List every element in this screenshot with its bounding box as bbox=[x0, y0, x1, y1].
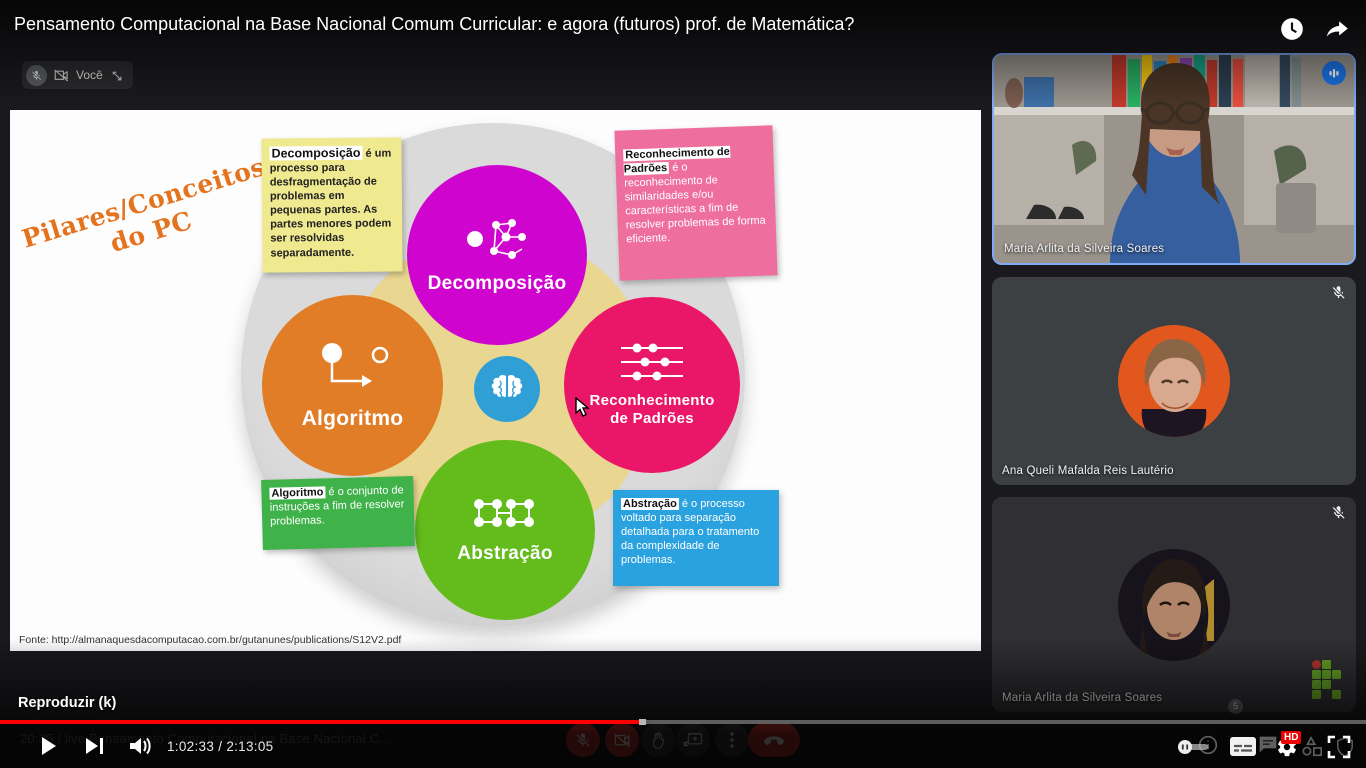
meet-camera-off-button bbox=[605, 723, 639, 757]
speaking-indicator-icon bbox=[1322, 61, 1346, 85]
meet-more-options-button bbox=[715, 723, 749, 757]
time-duration: 2:13:05 bbox=[226, 739, 273, 754]
activities-icon bbox=[1301, 736, 1323, 758]
pattern-sliders-icon bbox=[619, 342, 685, 382]
meet-mic-off-button bbox=[566, 723, 600, 757]
shield-icon bbox=[1336, 737, 1354, 757]
mouse-cursor bbox=[575, 397, 591, 417]
note-decomposicao: Decomposição é um processo para desfragm… bbox=[261, 137, 402, 272]
circle-algoritmo-label: Algoritmo bbox=[302, 407, 404, 431]
participant-tile-2[interactable]: Ana Queli Mafalda Reis Lautério bbox=[992, 277, 1356, 485]
note-abstracao: Abstração é o processo voltado para sepa… bbox=[613, 490, 779, 586]
progress-handle[interactable] bbox=[639, 719, 646, 725]
note-algoritmo-title: Algoritmo bbox=[269, 486, 325, 499]
chat-icon bbox=[1258, 735, 1278, 755]
speaker-video bbox=[994, 55, 1354, 263]
avatar bbox=[992, 497, 1356, 712]
play-button[interactable] bbox=[36, 734, 60, 758]
expand-icon[interactable] bbox=[110, 69, 123, 82]
mic-off-icon bbox=[1331, 505, 1346, 520]
slide-source: Fonte: http://almanaquesdacomputacao.com… bbox=[19, 634, 401, 646]
self-view-chip[interactable]: Você bbox=[22, 61, 133, 89]
circle-decomposicao: Decomposição bbox=[407, 165, 587, 345]
flowchart-icon bbox=[316, 341, 390, 397]
circle-abstracao-label: Abstração bbox=[457, 543, 553, 565]
participant-count-badge: 5 bbox=[1228, 699, 1243, 714]
avatar bbox=[992, 277, 1356, 485]
mic-off-icon bbox=[1331, 285, 1346, 300]
progress-bar[interactable] bbox=[0, 720, 1366, 724]
self-chip-label: Você bbox=[76, 68, 103, 82]
brain-icon bbox=[488, 372, 526, 406]
share-icon[interactable] bbox=[1324, 16, 1350, 42]
mic-off-icon bbox=[26, 65, 47, 86]
circle-center bbox=[474, 356, 540, 422]
participant-name: Maria Arlita da Silveira Soares bbox=[1004, 243, 1164, 255]
youtube-player: Pilares/Conceitos do PC Decomposição bbox=[0, 0, 1366, 768]
participant-name: Ana Queli Mafalda Reis Lautério bbox=[1002, 465, 1174, 477]
meet-video-frame: Pilares/Conceitos do PC Decomposição bbox=[0, 0, 1366, 768]
circle-algoritmo: Algoritmo bbox=[262, 295, 443, 476]
participant-name: Maria Arlita da Silveira Soares bbox=[1002, 692, 1162, 704]
info-icon bbox=[1198, 735, 1218, 755]
hd-quality-badge: HD bbox=[1281, 731, 1301, 744]
presentation-slide: Pilares/Conceitos do PC Decomposição bbox=[10, 110, 981, 651]
circle-padroes: Reconhecimento de Padrões bbox=[564, 297, 740, 473]
watch-later-icon[interactable] bbox=[1279, 16, 1305, 42]
meet-raise-hand-button bbox=[641, 723, 675, 757]
note-decomposicao-body: é um processo para desfragmentação de pr… bbox=[270, 147, 392, 259]
circle-decomposicao-label: Decomposição bbox=[428, 273, 567, 295]
meet-end-call-button bbox=[748, 723, 800, 757]
play-tooltip: Reproduzir (k) bbox=[18, 695, 116, 711]
meet-present-button bbox=[676, 723, 710, 757]
if-institute-logo bbox=[1312, 660, 1342, 700]
note-decomposicao-title: Decomposição bbox=[269, 146, 362, 161]
note-algoritmo: Algoritmo é o conjunto de instruções a f… bbox=[261, 476, 415, 550]
video-title[interactable]: Pensamento Computacional na Base Naciona… bbox=[14, 14, 854, 35]
progress-played bbox=[0, 720, 642, 724]
volume-button[interactable] bbox=[128, 736, 152, 756]
time-current: 1:02:33 bbox=[167, 739, 214, 754]
note-padroes: Reconhecimento de Padrões é o reconhecim… bbox=[614, 125, 777, 280]
participant-tile-3[interactable]: Maria Arlita da Silveira Soares bbox=[992, 497, 1356, 712]
next-button[interactable] bbox=[84, 736, 106, 756]
slide-heading: Pilares/Conceitos do PC bbox=[19, 153, 276, 283]
circle-abstracao: Abstração bbox=[415, 440, 595, 620]
participant-tile-speaker[interactable]: Maria Arlita da Silveira Soares bbox=[992, 53, 1356, 265]
subtitles-icon[interactable] bbox=[1228, 733, 1258, 759]
time-display: 1:02:33 / 2:13:05 bbox=[167, 739, 273, 754]
camera-off-icon bbox=[54, 69, 69, 82]
dots-structure-icon bbox=[470, 495, 540, 533]
note-abstracao-title: Abstração bbox=[621, 498, 679, 510]
network-nodes-icon bbox=[466, 215, 528, 263]
circle-padroes-label: Reconhecimento de Padrões bbox=[589, 392, 714, 428]
